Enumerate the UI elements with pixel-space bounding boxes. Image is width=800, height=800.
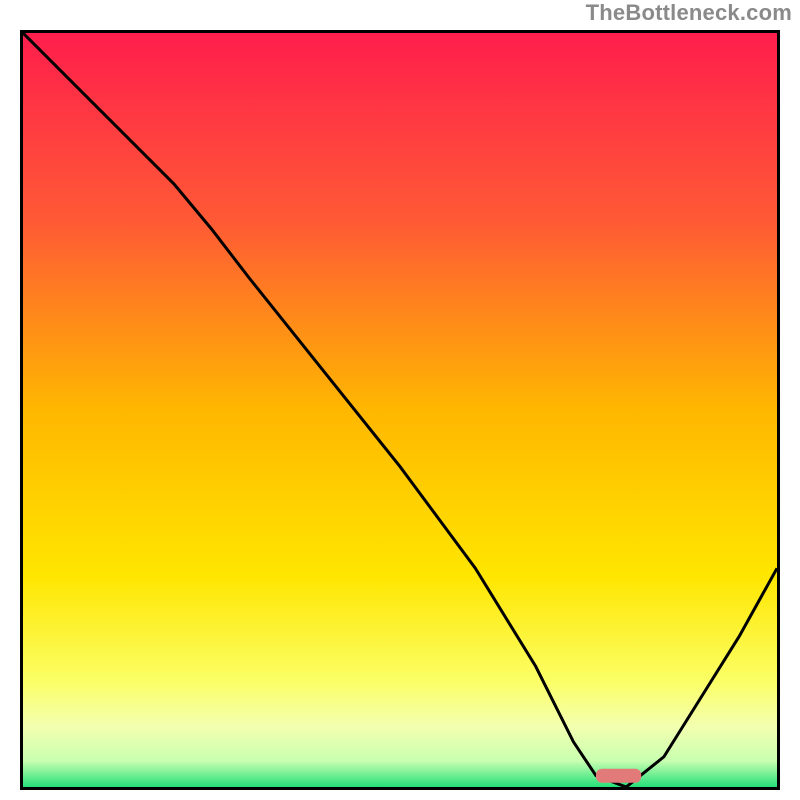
plot-area xyxy=(20,30,780,790)
watermark-label: TheBottleneck.com xyxy=(586,0,792,26)
bottleneck-chart xyxy=(23,33,777,787)
chart-wrapper: TheBottleneck.com xyxy=(0,0,800,800)
optimal-range-marker xyxy=(596,769,641,783)
